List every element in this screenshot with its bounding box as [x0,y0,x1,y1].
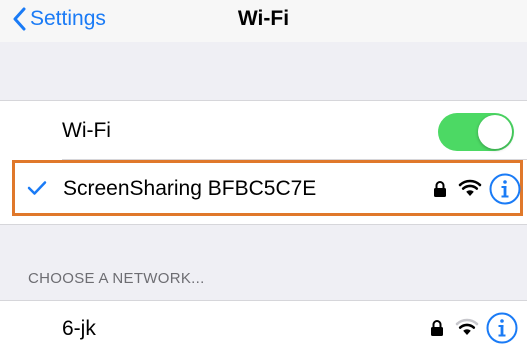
wifi-signal-icon [455,318,479,335]
toggle-knob [478,115,512,149]
choose-network-header: CHOOSE A NETWORK... [28,270,205,287]
connected-network-row[interactable]: ScreenSharing BFBC5C7E [12,160,523,216]
wifi-signal-icon [458,179,482,196]
wifi-toggle-label: Wi-Fi [62,119,111,142]
network-row[interactable]: 6-jk [0,301,527,359]
navigation-bar: Settings Wi-Fi [0,0,527,42]
checkmark-icon [27,181,47,195]
info-icon[interactable] [489,173,521,205]
network-list: 6-jk [0,300,527,359]
lock-icon [431,320,443,336]
lock-icon [434,181,446,197]
page-title: Wi-Fi [237,7,290,30]
wifi-group: Wi-Fi ScreenSharing BFBC5C7E [0,100,527,225]
section-spacer [0,42,527,100]
connected-network-name: ScreenSharing BFBC5C7E [63,177,317,200]
wifi-toggle-row: Wi-Fi [0,101,527,159]
network-name: 6-jk [62,317,96,340]
info-icon[interactable] [486,312,518,344]
wifi-toggle-switch[interactable] [438,113,514,151]
